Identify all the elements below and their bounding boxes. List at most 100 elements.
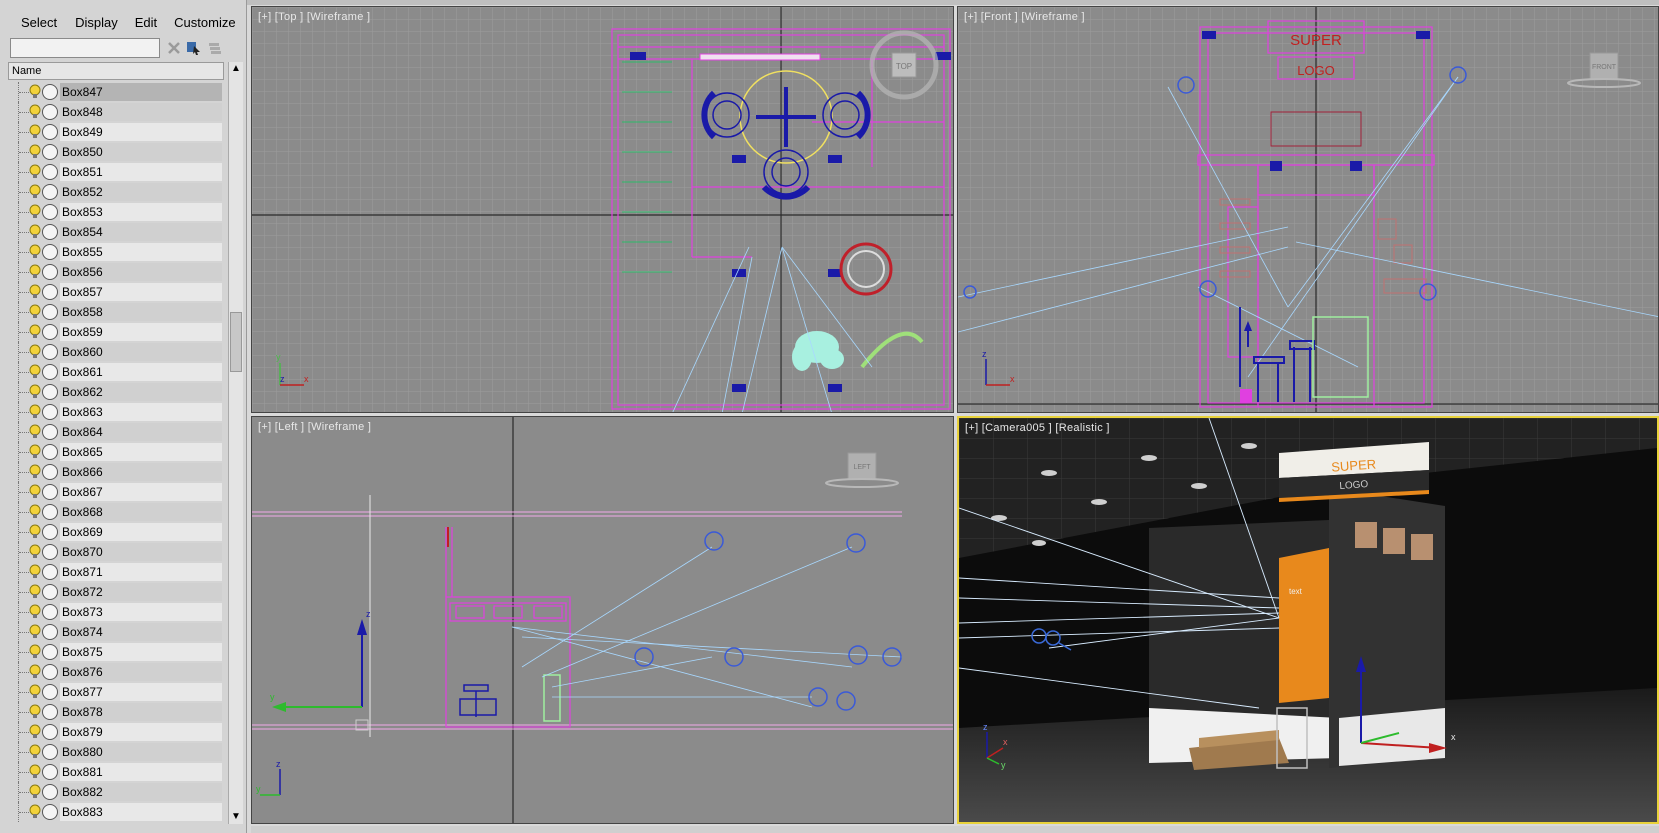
light-bulb-icon[interactable]	[29, 744, 41, 760]
list-item-name[interactable]: Box877	[60, 683, 222, 701]
visibility-toggle-icon[interactable]	[42, 544, 58, 560]
list-item-name[interactable]: Box855	[60, 243, 222, 261]
scroll-down-arrow-icon[interactable]: ▼	[229, 810, 243, 824]
light-bulb-icon[interactable]	[29, 344, 41, 360]
list-item[interactable]: Box851	[8, 162, 226, 182]
visibility-toggle-icon[interactable]	[42, 244, 58, 260]
list-item-name[interactable]: Box876	[60, 663, 222, 681]
list-item-name[interactable]: Box873	[60, 603, 222, 621]
list-item-name[interactable]: Box882	[60, 783, 222, 801]
list-item-name[interactable]: Box878	[60, 703, 222, 721]
list-item[interactable]: Box853	[8, 202, 226, 222]
light-bulb-icon[interactable]	[29, 584, 41, 600]
viewport-front-label[interactable]: [+] [Front ] [Wireframe ]	[964, 11, 1085, 23]
clear-search-icon[interactable]	[166, 40, 182, 56]
light-bulb-icon[interactable]	[29, 684, 41, 700]
light-bulb-icon[interactable]	[29, 564, 41, 580]
light-bulb-icon[interactable]	[29, 724, 41, 740]
visibility-toggle-icon[interactable]	[42, 624, 58, 640]
list-item-name[interactable]: Box861	[60, 363, 222, 381]
light-bulb-icon[interactable]	[29, 664, 41, 680]
list-item[interactable]: Box865	[8, 442, 226, 462]
list-item[interactable]: Box860	[8, 342, 226, 362]
list-item-name[interactable]: Box857	[60, 283, 222, 301]
list-item-name[interactable]: Box848	[60, 103, 222, 121]
visibility-toggle-icon[interactable]	[42, 184, 58, 200]
light-bulb-icon[interactable]	[29, 624, 41, 640]
list-item[interactable]: Box878	[8, 702, 226, 722]
light-bulb-icon[interactable]	[29, 184, 41, 200]
light-bulb-icon[interactable]	[29, 104, 41, 120]
light-bulb-icon[interactable]	[29, 264, 41, 280]
light-bulb-icon[interactable]	[29, 424, 41, 440]
list-item[interactable]: Box854	[8, 222, 226, 242]
search-input[interactable]	[10, 38, 160, 58]
light-bulb-icon[interactable]	[29, 504, 41, 520]
list-item-name[interactable]: Box875	[60, 643, 222, 661]
light-bulb-icon[interactable]	[29, 704, 41, 720]
light-bulb-icon[interactable]	[29, 404, 41, 420]
light-bulb-icon[interactable]	[29, 464, 41, 480]
list-item[interactable]: Box855	[8, 242, 226, 262]
list-item-name[interactable]: Box872	[60, 583, 222, 601]
list-item-name[interactable]: Box865	[60, 443, 222, 461]
list-item[interactable]: Box882	[8, 782, 226, 802]
select-filter-icon[interactable]	[186, 40, 202, 56]
list-item-name[interactable]: Box879	[60, 723, 222, 741]
list-item[interactable]: Box874	[8, 622, 226, 642]
light-bulb-icon[interactable]	[29, 144, 41, 160]
list-item[interactable]: Box883	[8, 802, 226, 822]
light-bulb-icon[interactable]	[29, 484, 41, 500]
viewport-front[interactable]: SUPER LOGO FRONT z x [+] [Front] [Wiref…	[957, 6, 1659, 413]
list-item[interactable]: Box867	[8, 482, 226, 502]
scroll-thumb[interactable]	[230, 312, 242, 372]
list-item[interactable]: Box848	[8, 102, 226, 122]
visibility-toggle-icon[interactable]	[42, 564, 58, 580]
viewport-top[interactable]: TOP y z x [+] [Top ] [Wireframe ]	[251, 6, 954, 413]
visibility-toggle-icon[interactable]	[42, 344, 58, 360]
visibility-toggle-icon[interactable]	[42, 764, 58, 780]
visibility-toggle-icon[interactable]	[42, 224, 58, 240]
visibility-toggle-icon[interactable]	[42, 324, 58, 340]
list-item[interactable]: Box861	[8, 362, 226, 382]
scroll-up-arrow-icon[interactable]: ▲	[229, 62, 243, 76]
visibility-toggle-icon[interactable]	[42, 724, 58, 740]
list-item-name[interactable]: Box854	[60, 223, 222, 241]
list-item[interactable]: Box877	[8, 682, 226, 702]
list-item-name[interactable]: Box850	[60, 143, 222, 161]
list-item-name[interactable]: Box880	[60, 743, 222, 761]
object-list-scrollbar[interactable]: ▲ ▼	[228, 62, 243, 824]
list-item[interactable]: Box852	[8, 182, 226, 202]
list-item[interactable]: Box868	[8, 502, 226, 522]
list-item[interactable]: Box876	[8, 662, 226, 682]
list-item[interactable]: Box858	[8, 302, 226, 322]
visibility-toggle-icon[interactable]	[42, 644, 58, 660]
visibility-toggle-icon[interactable]	[42, 804, 58, 820]
visibility-toggle-icon[interactable]	[42, 444, 58, 460]
light-bulb-icon[interactable]	[29, 164, 41, 180]
visibility-toggle-icon[interactable]	[42, 744, 58, 760]
visibility-toggle-icon[interactable]	[42, 164, 58, 180]
menu-display[interactable]: Display	[75, 12, 118, 34]
light-bulb-icon[interactable]	[29, 544, 41, 560]
list-item-name[interactable]: Box856	[60, 263, 222, 281]
list-item[interactable]: Box880	[8, 742, 226, 762]
list-item-name[interactable]: Box874	[60, 623, 222, 641]
light-bulb-icon[interactable]	[29, 364, 41, 380]
visibility-toggle-icon[interactable]	[42, 464, 58, 480]
list-item-name[interactable]: Box852	[60, 183, 222, 201]
visibility-toggle-icon[interactable]	[42, 524, 58, 540]
layers-icon[interactable]	[207, 40, 223, 56]
light-bulb-icon[interactable]	[29, 644, 41, 660]
light-bulb-icon[interactable]	[29, 804, 41, 820]
list-item-name[interactable]: Box870	[60, 543, 222, 561]
light-bulb-icon[interactable]	[29, 124, 41, 140]
menu-select[interactable]: Select	[21, 12, 57, 34]
list-item[interactable]: Box870	[8, 542, 226, 562]
list-item[interactable]: Box872	[8, 582, 226, 602]
list-item-name[interactable]: Box881	[60, 763, 222, 781]
menu-customize[interactable]: Customize	[174, 12, 235, 34]
list-item-name[interactable]: Box868	[60, 503, 222, 521]
viewport-left-label[interactable]: [+] [Left ] [Wireframe ]	[258, 421, 371, 433]
visibility-toggle-icon[interactable]	[42, 104, 58, 120]
